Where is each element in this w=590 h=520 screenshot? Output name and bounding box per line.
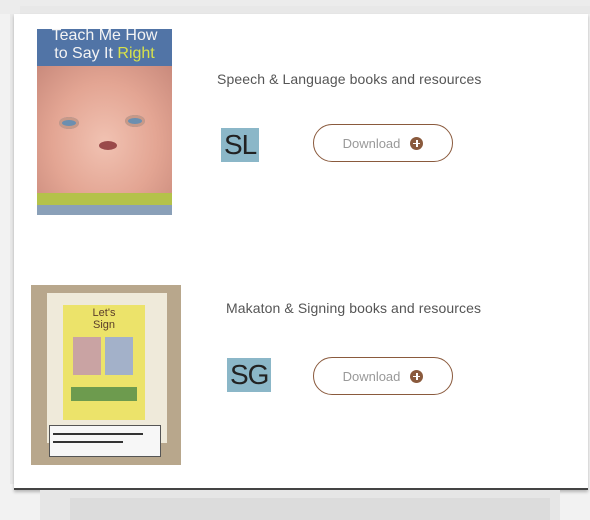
cover-label-line bbox=[53, 441, 123, 443]
download-button-label: Download bbox=[342, 135, 401, 151]
cover-author-strip bbox=[37, 205, 172, 215]
badge-sg: SG bbox=[227, 358, 272, 392]
badge-sl: SL bbox=[221, 128, 260, 162]
cover-child-left-eye bbox=[59, 117, 79, 129]
cover-sign-image-left bbox=[73, 337, 101, 375]
entry-title-speech-language: Speech & Language books and resources bbox=[217, 71, 482, 87]
entry-title-makaton-signing: Makaton & Signing books and resources bbox=[226, 300, 482, 316]
cover-title-line1: Teach Me How bbox=[51, 29, 158, 44]
download-button-makaton-signing[interactable]: Download bbox=[313, 357, 453, 395]
cover-child-face-image bbox=[37, 66, 172, 193]
cover-title-line2: Sign bbox=[92, 319, 116, 331]
book-cover-speech-language[interactable]: Teach Me How to Say It Right bbox=[37, 29, 172, 215]
cover-label-line bbox=[53, 433, 143, 435]
cover-title-highlight: Right bbox=[117, 45, 155, 62]
plus-circle-icon bbox=[410, 369, 424, 383]
download-button-speech-language[interactable]: Download bbox=[313, 124, 453, 162]
page-background-bottom-inner bbox=[70, 498, 550, 520]
cover-sign-image-right bbox=[105, 337, 133, 375]
cover-title-line2-text: to Say It bbox=[54, 45, 118, 62]
cover-title-line2: to Say It Right bbox=[37, 45, 172, 63]
card-top-shadow bbox=[20, 6, 590, 14]
cover-green-band bbox=[71, 387, 137, 401]
cover-child-right-eye bbox=[125, 115, 145, 127]
cover-child-mouth bbox=[99, 141, 117, 150]
download-button-label: Download bbox=[342, 368, 401, 384]
cover-title: Let's Sign bbox=[71, 307, 137, 331]
cover-title-line1: Let's bbox=[92, 307, 116, 319]
plus-circle-icon bbox=[410, 136, 424, 150]
book-cover-makaton-signing[interactable]: Let's Sign bbox=[31, 285, 181, 465]
